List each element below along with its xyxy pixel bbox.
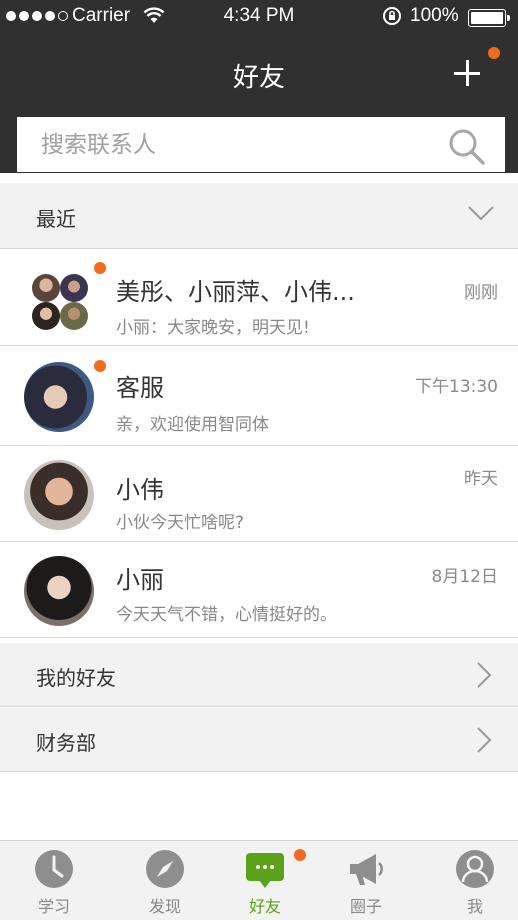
avatar (24, 362, 94, 432)
tab-study[interactable]: 学习 (9, 841, 99, 920)
group-member-avatar (60, 302, 88, 330)
plus-icon[interactable] (448, 53, 488, 93)
tab-badge-dot (294, 849, 306, 861)
tab-label: 发现 (148, 897, 181, 916)
tab-label: 圈子 (349, 897, 382, 916)
tab-label: 好友 (248, 897, 281, 916)
group-member-avatar (60, 274, 88, 302)
tab-me[interactable]: 我 (430, 841, 518, 920)
tab-label: 我 (466, 897, 483, 916)
conversation-row[interactable]: 客服 亲，欢迎使用智同体 下午13:30 (0, 350, 518, 446)
search-input[interactable] (17, 117, 437, 172)
search-bar (17, 117, 505, 172)
chevron-right-icon (477, 727, 492, 753)
chat-bubble-icon (246, 853, 284, 888)
conversation-name: 客服 (116, 374, 164, 402)
notification-dot (488, 47, 500, 59)
conversation-time: 昨天 (464, 469, 498, 489)
chevron-down-icon (468, 206, 494, 221)
megaphone-icon (350, 854, 383, 885)
group-label: 我的好友 (36, 666, 116, 690)
status-bar: Carrier 4:34 PM 100% (0, 0, 518, 33)
compass-icon (146, 850, 184, 888)
conversation-name: 小伟 (116, 476, 164, 504)
unread-dot (94, 360, 106, 372)
group-finance[interactable]: 财务部 (0, 708, 518, 772)
group-member-avatar (32, 302, 60, 330)
conversation-time: 下午13:30 (415, 377, 498, 397)
avatar (24, 460, 94, 530)
tab-friends[interactable]: 好友 (220, 841, 310, 920)
conversation-name: 小丽 (116, 566, 164, 594)
conversation-message: 小伙今天忙啥呢? (116, 513, 245, 533)
tab-circle[interactable]: 圈子 (321, 841, 411, 920)
conversation-row[interactable]: 美彤、小丽萍、小伟... 小丽：大家晚安，明天见! 刚刚 (0, 250, 518, 346)
group-my-friends[interactable]: 我的好友 (0, 643, 518, 707)
conversation-time: 刚刚 (464, 283, 498, 303)
conversation-row[interactable]: 小丽 今天天气不错，心情挺好的。 8月12日 (0, 542, 518, 638)
conversation-time: 8月12日 (431, 567, 498, 587)
nav-bar: 好友 (0, 33, 518, 173)
search-icon[interactable] (447, 127, 487, 167)
page-title: 好友 (232, 63, 285, 93)
conversation-message: 小丽：大家晚安，明天见! (116, 318, 310, 338)
conversation-name: 美彤、小丽萍、小伟... (116, 278, 355, 306)
tab-bar: 学习 发现 好友 圈子 我 (0, 840, 518, 920)
conversation-row[interactable]: 小伟 小伙今天忙啥呢? 昨天 (0, 446, 518, 542)
group-member-avatar (32, 274, 60, 302)
chevron-right-icon (477, 662, 492, 688)
user-icon (456, 850, 494, 888)
recent-section-header[interactable]: 最近 (0, 183, 518, 249)
conversation-message: 今天天气不错，心情挺好的。 (116, 605, 337, 625)
recent-label: 最近 (36, 207, 76, 231)
avatar (24, 556, 94, 626)
conversation-message: 亲，欢迎使用智同体 (116, 415, 269, 435)
rotation-lock-icon (383, 7, 401, 25)
group-label: 财务部 (36, 731, 96, 755)
battery-icon (468, 9, 510, 27)
unread-dot (94, 262, 106, 274)
tab-discover[interactable]: 发现 (120, 841, 210, 920)
clock-icon (35, 850, 73, 888)
battery-percent: 100% (410, 5, 459, 26)
tab-label: 学习 (37, 897, 70, 916)
